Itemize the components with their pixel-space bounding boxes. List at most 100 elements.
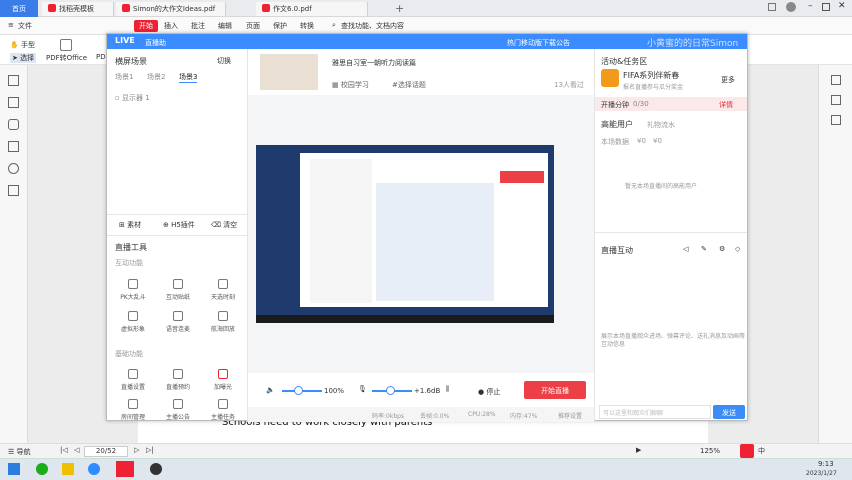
menu-start[interactable]: 开始 xyxy=(134,20,158,32)
tab-pdf-zuowen[interactable]: 作文6.0.pdf xyxy=(256,2,368,16)
close-icon[interactable]: ✕ xyxy=(838,1,846,11)
scene-column: 横屏场景 切换 场景1 场景2 场景3 ▫ 显示器 1 ⊞ 素材 ⊕ H5插件 … xyxy=(107,49,248,422)
course-cover[interactable] xyxy=(260,54,318,90)
detail-link[interactable]: 详情 xyxy=(719,100,733,110)
menu-protect[interactable]: 保护 xyxy=(273,21,287,31)
first-page-icon[interactable]: |◁ xyxy=(60,446,68,454)
fifa-title[interactable]: FIFA系列伴新春 xyxy=(623,70,679,81)
search-input[interactable]: 查找功能、文档内容 xyxy=(341,21,404,31)
next-page-icon[interactable]: ▷ xyxy=(134,446,139,454)
tab-high-users[interactable]: 高能用户 xyxy=(601,119,633,130)
hot-download-link[interactable]: 热门移动版下载公告 xyxy=(507,38,570,48)
menu-annotate[interactable]: 批注 xyxy=(191,21,205,31)
voice-tool[interactable]: 语音连麦 xyxy=(156,311,200,333)
tab-docer[interactable]: 找稻壳模板 xyxy=(42,2,114,16)
live-window: LIVE 直播助 热门移动版下载公告 小黄蜜的的日常Simon 横屏场景 切换 … xyxy=(106,33,748,422)
layers-icon[interactable] xyxy=(8,185,19,196)
ime-indicator[interactable]: 中 xyxy=(758,446,765,456)
replay-tool[interactable]: 航海回放 xyxy=(201,311,245,333)
menu-icon[interactable]: ≡ xyxy=(8,21,14,29)
notice-tool[interactable]: 主播公告 xyxy=(156,399,200,421)
hand-tool-button[interactable]: ✋ 手型 xyxy=(10,40,35,50)
share-icon[interactable] xyxy=(831,115,841,125)
reserve-tool[interactable]: 直播预约 xyxy=(156,369,200,391)
h5-plugin-button[interactable]: ⊕ H5插件 xyxy=(163,220,195,230)
clear-button[interactable]: ⌫ 清空 xyxy=(211,220,237,230)
menu-page[interactable]: 页面 xyxy=(246,21,260,31)
room-tool[interactable]: 房间管理 xyxy=(111,399,155,421)
wechat-icon[interactable] xyxy=(36,463,48,475)
speaker-icon[interactable]: 🔈 xyxy=(266,386,275,394)
sound-icon[interactable]: ◁ xyxy=(683,245,688,253)
menu-edit[interactable]: 编辑 xyxy=(218,21,232,31)
pk-tool[interactable]: PK大乱斗 xyxy=(111,279,155,301)
avatar-tool[interactable]: 虚拟形象 xyxy=(111,311,155,333)
bookmark-icon[interactable] xyxy=(8,97,19,108)
course-title[interactable]: 雅思自习室一朝听力阅读篇 xyxy=(332,58,416,68)
tab-scene3[interactable]: 场景3 xyxy=(179,72,198,83)
mixer-icon[interactable]: ⫼ xyxy=(446,385,449,394)
attachment-icon[interactable] xyxy=(8,141,19,152)
nav-button[interactable]: ☰ 导航 xyxy=(8,447,31,457)
play-icon[interactable]: ▶ xyxy=(636,446,641,454)
exposure-tool[interactable]: 加曝光 xyxy=(201,369,245,391)
mic-db-value: +1.6dB xyxy=(414,387,441,395)
live-settings-tool[interactable]: 直播设置 xyxy=(111,369,155,391)
start-live-button[interactable]: 开始直播 xyxy=(524,381,586,399)
pdf-to-office-button[interactable]: PDF转Office xyxy=(46,53,87,63)
window-restore-icon[interactable] xyxy=(768,3,776,11)
tag-label: 校园学习 xyxy=(340,81,369,89)
signature-icon[interactable] xyxy=(8,163,19,174)
thumbnail-icon[interactable] xyxy=(8,75,19,86)
windows-start-icon[interactable] xyxy=(8,463,20,475)
app-icon[interactable] xyxy=(150,463,162,475)
recommend-settings-link[interactable]: 推荐设置 xyxy=(558,411,582,420)
edge-icon[interactable] xyxy=(88,463,100,475)
course-tag-campus[interactable]: ▦ 校园学习 xyxy=(332,80,369,90)
menu-convert[interactable]: 转换 xyxy=(300,21,314,31)
course-tag-topic[interactable]: #选择话题 xyxy=(392,80,426,90)
lucky-tool[interactable]: 天选时刻 xyxy=(201,279,245,301)
display-source[interactable]: ▫ 显示器 1 xyxy=(115,93,150,103)
edit-icon[interactable]: ✎ xyxy=(701,245,707,253)
tab-home[interactable]: 首页 xyxy=(0,0,38,17)
menu-file[interactable]: 文件 xyxy=(18,21,32,31)
shield-icon[interactable]: ◇ xyxy=(735,245,740,253)
material-button[interactable]: ⊞ 素材 xyxy=(119,220,141,230)
zoom-value[interactable]: 125% xyxy=(700,447,720,455)
switch-button[interactable]: 切换 xyxy=(217,56,231,66)
folder-icon[interactable] xyxy=(62,463,74,475)
select-tool-button[interactable]: ➤ 选择 xyxy=(10,53,37,63)
live-title: 直播助 xyxy=(145,39,166,47)
tab-gift-flow[interactable]: 礼物流水 xyxy=(647,120,675,130)
fifa-icon xyxy=(601,69,619,87)
chat-input[interactable]: 可以这里和观众们聊聊 xyxy=(599,405,711,419)
comment-icon[interactable] xyxy=(8,119,19,130)
edit-icon[interactable] xyxy=(831,75,841,85)
last-page-icon[interactable]: ▷| xyxy=(146,446,154,454)
mic-knob[interactable] xyxy=(386,386,395,395)
mic-icon[interactable]: 🎙 xyxy=(358,385,367,393)
wps-icon[interactable] xyxy=(116,461,134,477)
maximize-icon[interactable] xyxy=(822,3,830,11)
new-tab-button[interactable]: + xyxy=(395,2,404,15)
pdf-convert-icon xyxy=(60,39,72,51)
send-button[interactable]: 发送 xyxy=(713,405,745,419)
room-icon xyxy=(128,399,138,409)
tab-scene1[interactable]: 场景1 xyxy=(115,72,133,82)
sogou-icon[interactable] xyxy=(740,444,754,458)
more-link[interactable]: 更多 xyxy=(721,75,735,85)
prev-page-icon[interactable]: ◁ xyxy=(74,446,79,454)
menu-insert[interactable]: 插入 xyxy=(164,21,178,31)
avatar[interactable] xyxy=(786,2,796,12)
sticker-tool[interactable]: 互动贴纸 xyxy=(156,279,200,301)
tab-scene2[interactable]: 场景2 xyxy=(147,72,165,82)
page-input[interactable]: 20/52 xyxy=(84,446,128,457)
settings-icon[interactable] xyxy=(831,95,841,105)
volume-knob[interactable] xyxy=(294,386,303,395)
tab-pdf-ideas[interactable]: Simon的大作文Ideas.pdf xyxy=(116,2,226,16)
minimize-icon[interactable]: – xyxy=(808,1,813,11)
stop-button[interactable]: ● 停止 xyxy=(478,387,500,397)
gear-icon[interactable]: ⚙ xyxy=(719,245,725,253)
task-tool[interactable]: 主播任务 xyxy=(201,399,245,421)
